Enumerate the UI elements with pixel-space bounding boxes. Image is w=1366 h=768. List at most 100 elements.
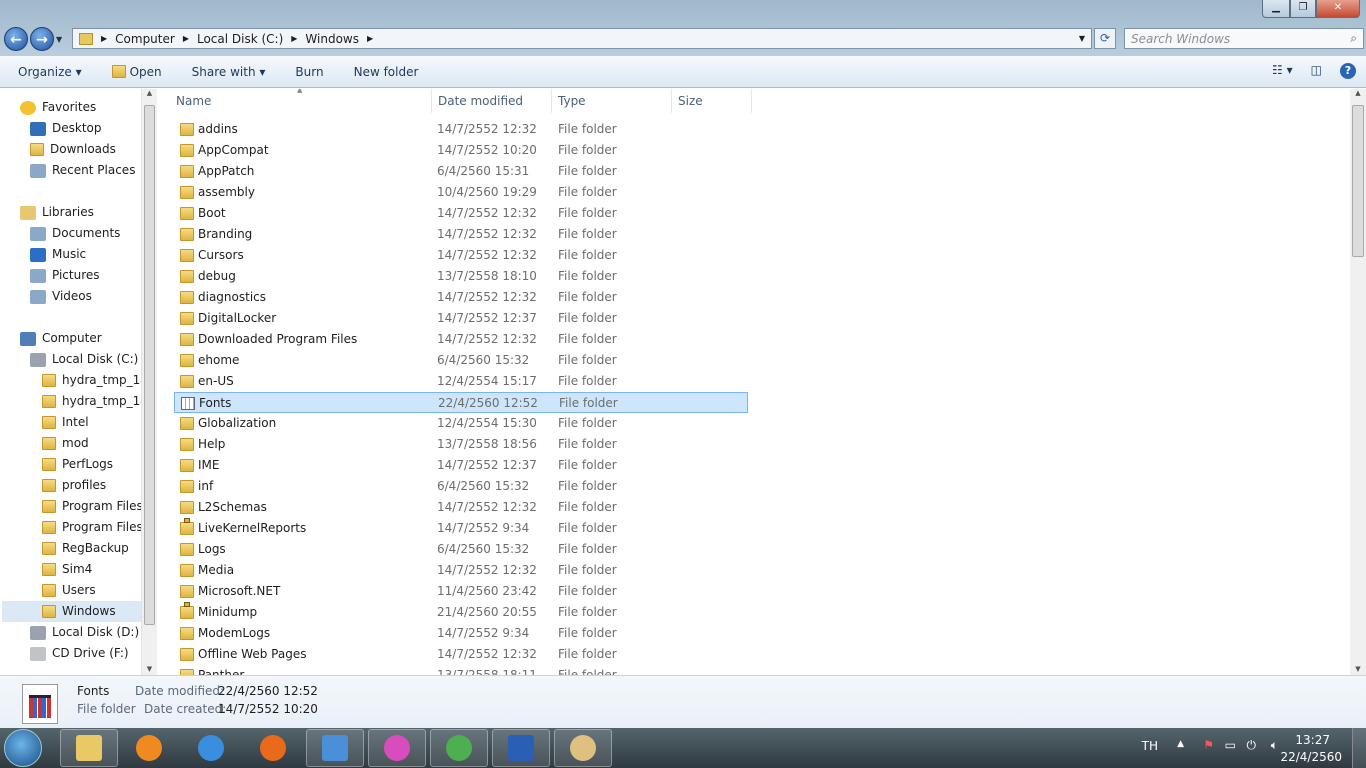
file-row[interactable]: DigitalLocker 14/7/2552 12:37 File folder <box>174 308 748 329</box>
burn-button[interactable]: Burn <box>295 65 323 79</box>
sidebar-item[interactable]: Recent Places <box>30 160 135 181</box>
taskbar-control-panel-button[interactable] <box>306 729 364 767</box>
address-bar[interactable]: ▶ Computer ▶ Local Disk (C:) ▶ Windows ▶ ▼ <box>72 28 1092 49</box>
file-row[interactable]: Downloaded Program Files 14/7/2552 12:32 F… <box>174 329 748 350</box>
file-row[interactable]: Globalization 12/4/2554 15:30 File folder <box>174 413 748 434</box>
pictures-icon <box>30 268 46 283</box>
taskbar-media-player-button[interactable] <box>120 729 178 767</box>
show-hidden-icons[interactable]: ▲ <box>1177 739 1184 749</box>
sidebar-item[interactable]: PerfLogs <box>42 454 113 475</box>
help-button[interactable]: ? <box>1340 63 1356 79</box>
taskbar-word-button[interactable] <box>492 729 550 767</box>
sidebar-item[interactable]: Intel <box>42 412 89 433</box>
sidebar-item[interactable]: Videos <box>30 286 92 307</box>
file-row[interactable]: Cursors 14/7/2552 12:32 File folder <box>174 245 748 266</box>
file-row[interactable]: Panther 13/7/2558 18:11 File folder <box>174 665 748 675</box>
file-row[interactable]: ehome 6/4/2560 15:32 File folder <box>174 350 748 371</box>
sidebar-item[interactable]: Favorites <box>20 97 96 118</box>
nav-scrollbar[interactable]: ▲ ▼ <box>141 89 157 675</box>
change-view-button[interactable]: ☷ ▾ <box>1272 63 1293 79</box>
column-type[interactable]: Type <box>552 89 672 113</box>
organize-button[interactable]: Organize ▾ <box>18 65 82 79</box>
sidebar-item[interactable]: mod <box>42 433 89 454</box>
sidebar-item[interactable]: profiles <box>42 475 106 496</box>
file-row[interactable]: debug 13/7/2558 18:10 File folder <box>174 266 748 287</box>
sidebar-item[interactable]: Downloads <box>30 139 116 160</box>
taskbar-itunes-button[interactable] <box>368 729 426 767</box>
file-list-scroll-thumb[interactable] <box>1352 105 1364 257</box>
show-desktop-button[interactable] <box>1352 728 1366 768</box>
file-row[interactable]: Boot 14/7/2552 12:32 File folder <box>174 203 748 224</box>
file-row[interactable]: Help 13/7/2558 18:56 File folder <box>174 434 748 455</box>
sidebar-item[interactable]: Music <box>30 244 86 265</box>
sidebar-item[interactable]: Local Disk (C:) <box>30 349 138 370</box>
forward-button[interactable]: → <box>30 27 54 51</box>
file-row[interactable]: L2Schemas 14/7/2552 12:32 File folder <box>174 497 748 518</box>
back-button[interactable]: ← <box>4 27 28 51</box>
file-row[interactable]: AppCompat 14/7/2552 10:20 File folder <box>174 140 748 161</box>
sidebar-item[interactable]: Windows <box>2 601 141 622</box>
file-list-scrollbar[interactable]: ▲ ▼ <box>1350 89 1366 675</box>
clock-time[interactable]: 13:27 <box>1295 733 1330 747</box>
close-button[interactable]: ✕ <box>1316 0 1360 18</box>
language-indicator[interactable]: TH <box>1142 739 1158 753</box>
file-row[interactable]: LiveKernelReports 14/7/2552 9:34 File fold… <box>174 518 748 539</box>
sidebar-item[interactable]: hydra_tmp_143 <box>42 370 156 391</box>
sidebar-item[interactable]: hydra_tmp_143 <box>42 391 156 412</box>
file-row[interactable]: Media 14/7/2552 12:32 File folder <box>174 560 748 581</box>
file-row[interactable]: inf 6/4/2560 15:32 File folder <box>174 476 748 497</box>
sidebar-item[interactable]: CD Drive (F:) <box>30 643 129 664</box>
file-row[interactable]: IME 14/7/2552 12:37 File folder <box>174 455 748 476</box>
file-row[interactable]: Fonts 22/4/2560 12:52 File folder <box>174 392 748 413</box>
search-input[interactable]: Search Windows ⌕ <box>1124 28 1364 49</box>
volume-icon[interactable]: 🔈︎ <box>1271 738 1278 753</box>
sidebar-item[interactable]: Sim4 <box>42 559 92 580</box>
taskbar-firefox-button[interactable] <box>244 729 302 767</box>
file-row[interactable]: Microsoft.NET 11/4/2560 23:42 File folder <box>174 581 748 602</box>
file-row[interactable]: addins 14/7/2552 12:32 File folder <box>174 119 748 140</box>
network-icon[interactable]: ▭ <box>1225 738 1236 752</box>
file-row[interactable]: assembly 10/4/2560 19:29 File folder <box>174 182 748 203</box>
address-dropdown-icon[interactable]: ▼ <box>1079 34 1085 43</box>
column-date-modified[interactable]: Date modified <box>432 89 552 113</box>
sidebar-item[interactable]: Program Files ( <box>42 517 151 538</box>
nav-scroll-thumb[interactable] <box>144 105 155 625</box>
start-button[interactable] <box>4 729 42 767</box>
taskbar-internet-explorer-button[interactable] <box>182 729 240 767</box>
file-row[interactable]: Minidump 21/4/2560 20:55 File folder <box>174 602 748 623</box>
breadcrumb-local-disk[interactable]: Local Disk (C:) <box>197 32 283 46</box>
refresh-button[interactable]: ⟳ <box>1094 28 1116 49</box>
file-row[interactable]: ModemLogs 14/7/2552 9:34 File folder <box>174 623 748 644</box>
breadcrumb-computer[interactable]: Computer <box>115 32 175 46</box>
sidebar-item[interactable]: Documents <box>30 223 120 244</box>
share-with-button[interactable]: Share with ▾ <box>192 65 266 79</box>
minimize-button[interactable]: ▁ <box>1262 0 1290 18</box>
recent-pages-dropdown[interactable]: ▼ <box>56 35 62 44</box>
sidebar-item[interactable]: Users <box>42 580 96 601</box>
column-size[interactable]: Size <box>672 89 752 113</box>
restore-button[interactable]: ❐ <box>1290 0 1316 18</box>
sidebar-item[interactable]: Local Disk (D:) <box>30 622 139 643</box>
preview-pane-button[interactable]: ◫ <box>1311 63 1322 79</box>
action-center-flag-icon[interactable]: ⚑ <box>1203 738 1214 752</box>
taskbar-chrome-button[interactable] <box>430 729 488 767</box>
sidebar-item[interactable]: Libraries <box>20 202 94 223</box>
file-row[interactable]: en-US 12/4/2554 15:17 File folder <box>174 371 748 392</box>
clock-date[interactable]: 22/4/2560 <box>1280 750 1342 764</box>
file-row[interactable]: diagnostics 14/7/2552 12:32 File folder <box>174 287 748 308</box>
sidebar-item[interactable]: Program Files <box>42 496 143 517</box>
open-button[interactable]: Open <box>111 65 162 79</box>
sidebar-item[interactable]: RegBackup <box>42 538 129 559</box>
file-row[interactable]: Branding 14/7/2552 12:32 File folder <box>174 224 748 245</box>
sidebar-item[interactable]: Pictures <box>30 265 100 286</box>
new-folder-button[interactable]: New folder <box>354 65 419 79</box>
power-icon[interactable]: ⏻ <box>1247 738 1257 753</box>
sidebar-item[interactable]: Computer <box>20 328 102 349</box>
file-row[interactable]: Offline Web Pages 14/7/2552 12:32 File fol… <box>174 644 748 665</box>
taskbar-explorer-button[interactable] <box>60 729 118 767</box>
file-row[interactable]: AppPatch 6/4/2560 15:31 File folder <box>174 161 748 182</box>
taskbar-paint-button[interactable] <box>554 729 612 767</box>
file-row[interactable]: Logs 6/4/2560 15:32 File folder <box>174 539 748 560</box>
sidebar-item[interactable]: Desktop <box>30 118 102 139</box>
breadcrumb-windows[interactable]: Windows <box>305 32 359 46</box>
